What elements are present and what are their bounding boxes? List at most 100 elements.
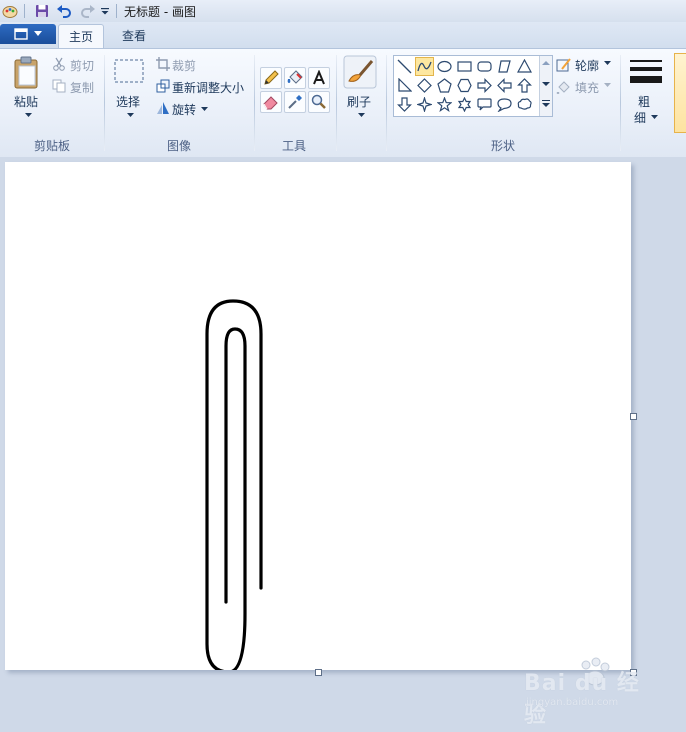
cut-button[interactable]: 剪切 <box>70 57 94 74</box>
brush-icon <box>343 55 377 89</box>
save-icon[interactable] <box>34 2 50 20</box>
fill-icon[interactable] <box>556 79 572 95</box>
canvas-resize-handle-bottom[interactable] <box>315 669 322 676</box>
resize-icon[interactable] <box>156 79 170 93</box>
shape-five-point-star[interactable] <box>435 95 454 114</box>
shapes-gallery-scrollbar[interactable] <box>539 56 552 116</box>
group-separator <box>336 55 337 151</box>
size-label-line1[interactable]: 粗 <box>638 93 650 110</box>
undo-icon[interactable] <box>56 2 72 20</box>
menu-icon <box>14 28 28 40</box>
watermark-url-text: jingyan.baidu.com <box>526 697 619 708</box>
rotate-button[interactable]: 旋转 <box>172 101 196 118</box>
scissors-icon[interactable] <box>52 57 66 71</box>
up-arrow-shape-icon <box>517 78 532 93</box>
polygon-shape-icon <box>498 60 511 73</box>
app-paint-icon[interactable] <box>2 2 18 20</box>
ribbon: 粘贴 剪切 复制 剪贴板 选择 裁剪 重新调整大小 旋转 图像 工具 刷子 轮廓… <box>0 48 686 158</box>
line-size-icon[interactable] <box>628 57 664 87</box>
shape-rectangle[interactable] <box>455 57 474 76</box>
pencil-icon <box>264 70 279 85</box>
rectangle-shape-icon <box>457 61 472 72</box>
expand-gallery-chevron-icon[interactable] <box>542 103 550 107</box>
paste-label[interactable]: 粘贴 <box>14 93 38 110</box>
crop-icon[interactable] <box>156 57 170 71</box>
pencil-tool[interactable] <box>260 67 282 89</box>
outline-icon[interactable] <box>556 57 572 73</box>
shape-oval-callout[interactable] <box>495 95 514 114</box>
tab-view[interactable]: 查看 <box>112 24 156 48</box>
customize-qat-dropdown-icon[interactable] <box>100 2 110 20</box>
scroll-down-icon[interactable] <box>542 82 550 86</box>
baidu-jingyan-watermark: Bai du 经验 jingyan.baidu.com <box>524 657 654 728</box>
magnifier-tool[interactable] <box>308 91 330 113</box>
shape-rounded-callout[interactable] <box>475 95 494 114</box>
image-group-label: 图像 <box>166 139 191 153</box>
brushes-button[interactable] <box>343 55 377 89</box>
shape-curve[interactable] <box>415 57 434 76</box>
shape-four-point-star[interactable] <box>415 95 434 114</box>
size-label-line2[interactable]: 细 <box>634 109 646 126</box>
expand-gallery-icon[interactable] <box>542 100 550 101</box>
window-title: 无标题 - 画图 <box>124 5 196 19</box>
chevron-down-icon[interactable] <box>24 111 32 119</box>
tab-home[interactable]: 主页 <box>58 24 105 49</box>
chevron-down-icon <box>34 31 42 36</box>
fill-button[interactable]: 填充 <box>575 79 599 96</box>
shape-polygon[interactable] <box>495 57 514 76</box>
chevron-down-icon[interactable] <box>603 59 611 67</box>
ribbon-tab-row: 主页 查看 <box>0 22 686 49</box>
shape-pentagon[interactable] <box>435 76 454 95</box>
outline-button[interactable]: 轮廓 <box>575 57 599 74</box>
shape-six-point-star[interactable] <box>455 95 474 114</box>
canvas-resize-handle-right[interactable] <box>630 413 637 420</box>
cloud-callout-shape-icon <box>517 98 532 110</box>
shape-down-arrow[interactable] <box>395 95 414 114</box>
down-arrow-shape-icon <box>397 97 412 112</box>
paint-menu-button[interactable] <box>0 24 56 44</box>
color-1-button[interactable] <box>674 53 686 133</box>
curve-shape-icon <box>417 61 432 72</box>
oval-shape-icon <box>437 60 452 73</box>
rotate-icon[interactable] <box>156 101 170 115</box>
resize-button[interactable]: 重新调整大小 <box>172 79 244 96</box>
shape-up-arrow[interactable] <box>515 76 534 95</box>
select-button[interactable] <box>113 57 145 85</box>
shape-triangle[interactable] <box>515 57 534 76</box>
eraser-icon <box>263 96 278 110</box>
shape-right-arrow[interactable] <box>475 76 494 95</box>
drawing-canvas[interactable] <box>5 162 631 674</box>
separator <box>24 4 25 18</box>
shape-line[interactable] <box>395 57 414 76</box>
paste-button[interactable] <box>12 55 40 91</box>
fill-bucket-tool[interactable] <box>284 67 306 89</box>
eraser-tool[interactable] <box>260 91 282 113</box>
four-point-star-shape-icon <box>417 97 432 112</box>
shapes-gallery <box>393 55 553 117</box>
shape-rounded-rectangle[interactable] <box>475 57 494 76</box>
brushes-label[interactable]: 刷子 <box>347 93 371 110</box>
shape-right-triangle[interactable] <box>395 76 414 95</box>
chevron-down-icon[interactable] <box>200 105 208 113</box>
group-separator <box>104 55 105 151</box>
color-picker-tool[interactable] <box>284 91 306 113</box>
chevron-down-icon[interactable] <box>126 111 134 119</box>
chevron-down-icon[interactable] <box>357 111 365 119</box>
copy-button[interactable]: 复制 <box>70 79 94 96</box>
clipboard-icon <box>14 56 38 89</box>
shape-cloud-callout[interactable] <box>515 95 534 114</box>
text-tool[interactable] <box>308 67 330 89</box>
scroll-up-icon[interactable] <box>542 61 550 65</box>
chevron-down-icon <box>603 81 611 89</box>
redo-icon[interactable] <box>80 2 96 20</box>
copy-icon[interactable] <box>52 79 66 93</box>
group-separator <box>386 55 387 151</box>
magnifier-icon <box>311 94 326 109</box>
chevron-down-icon[interactable] <box>650 113 658 121</box>
shape-diamond[interactable] <box>415 76 434 95</box>
shape-hexagon[interactable] <box>455 76 474 95</box>
shape-left-arrow[interactable] <box>495 76 514 95</box>
crop-button[interactable]: 裁剪 <box>172 57 196 74</box>
shape-oval[interactable] <box>435 57 454 76</box>
select-label[interactable]: 选择 <box>116 93 140 110</box>
